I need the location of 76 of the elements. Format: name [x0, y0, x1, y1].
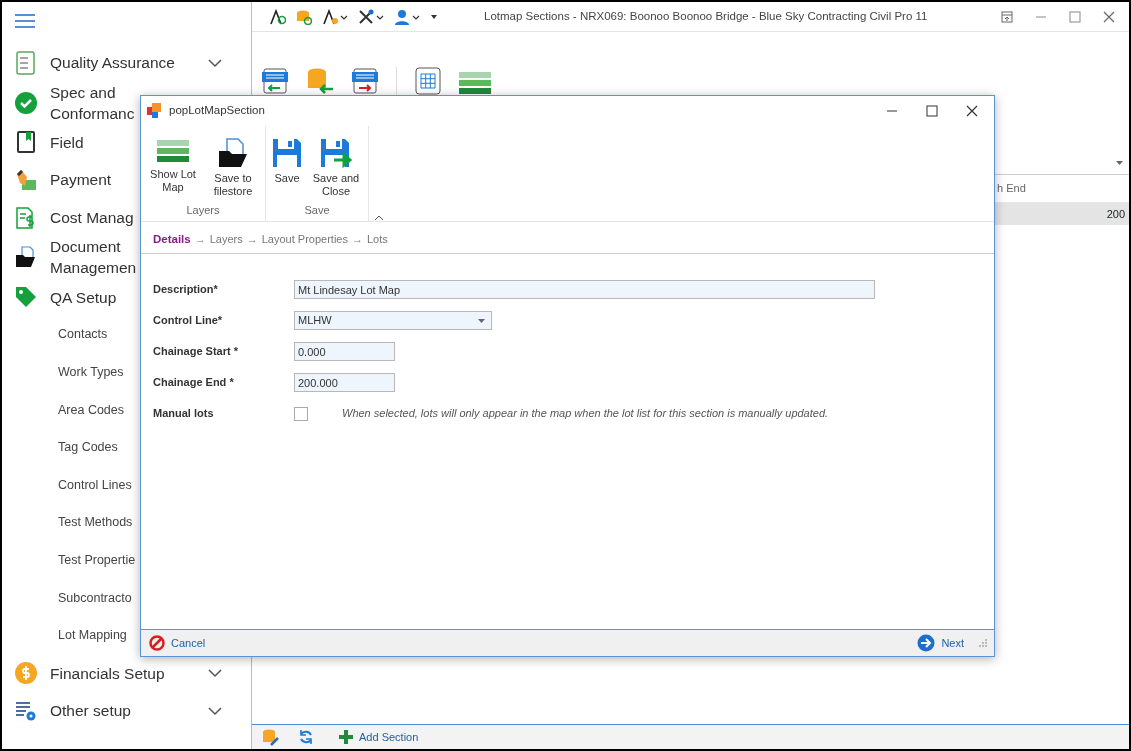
sidebar-item[interactable]: Document Managemen — [50, 236, 137, 279]
checkmark-circle-icon — [14, 90, 38, 115]
wizard-step[interactable]: Layers — [209, 231, 243, 248]
field-label: Manual lots — [153, 406, 215, 422]
input-field[interactable]: 200.000 — [294, 373, 395, 392]
refresh-icon[interactable] — [298, 729, 314, 745]
step-arrow: → — [351, 232, 363, 248]
prohibited-icon — [149, 635, 165, 651]
maximize-icon[interactable] — [1069, 10, 1081, 23]
sidebar-item[interactable]: Payment — [50, 169, 112, 191]
folder-document-icon — [14, 245, 38, 270]
database-edit-icon[interactable] — [262, 728, 280, 746]
csv-import-icon[interactable] — [262, 67, 288, 95]
add-section-button[interactable]: Add Section — [332, 727, 425, 747]
user-icon[interactable] — [394, 8, 420, 25]
checkbox[interactable] — [294, 406, 308, 421]
wizard-step[interactable]: Lots — [366, 231, 388, 248]
field-label: Chainage End * — [153, 375, 235, 391]
wizard-step[interactable]: Details — [153, 230, 191, 249]
field-label: Description* — [153, 282, 219, 298]
database-import-icon[interactable] — [306, 67, 334, 95]
ribbon-display-icon[interactable] — [1001, 10, 1013, 23]
cancel-button[interactable]: Cancel — [149, 634, 206, 652]
menu-icon[interactable] — [14, 13, 36, 29]
step-arrow: → — [194, 232, 206, 248]
sidebar-item[interactable]: Cost Manag — [50, 207, 134, 229]
caret-icon — [478, 318, 485, 323]
sidebar-item[interactable]: Other setup — [50, 700, 131, 722]
ribbon-button[interactable]: Save and Close — [308, 126, 364, 202]
select-field[interactable]: MLHW — [294, 311, 492, 330]
arrow-circle-icon — [917, 634, 936, 652]
notebook-icon — [14, 130, 38, 155]
resize-grip-icon — [978, 638, 988, 648]
input-field[interactable]: Mt Lindesay Lot Map — [294, 280, 875, 299]
close-icon[interactable] — [966, 105, 978, 117]
dialog-title: popLotMapSection — [169, 103, 265, 119]
tools-icon[interactable] — [358, 8, 384, 25]
compass-refresh-icon[interactable] — [268, 8, 286, 25]
input-field[interactable]: 0.000 — [294, 342, 395, 361]
ribbon-group-label: Save — [303, 202, 331, 218]
dropdown-caret-icon[interactable] — [430, 13, 438, 20]
checklist-icon — [14, 50, 38, 75]
database-refresh-icon[interactable] — [296, 8, 312, 25]
layers-icon — [157, 138, 189, 164]
close-icon[interactable] — [1103, 10, 1115, 23]
next-button[interactable]: Next — [917, 634, 964, 652]
wizard-step[interactable]: Layout Properties — [261, 231, 348, 248]
tag-icon — [14, 285, 38, 310]
chevron-down-icon[interactable] — [207, 704, 223, 717]
sidebar-item[interactable]: Quality Assurance — [50, 52, 175, 74]
sidebar-item[interactable]: Financials Setup — [50, 662, 165, 684]
folder-document-icon — [217, 138, 249, 168]
chevron-down-icon[interactable] — [207, 56, 223, 69]
table-grid-icon[interactable] — [415, 67, 441, 95]
sidebar-item[interactable]: QA Setup — [50, 286, 117, 308]
ribbon-button[interactable]: Save to filestore — [205, 126, 261, 202]
field-label: Chainage Start * — [153, 344, 239, 360]
dollar-coin-icon — [14, 661, 38, 686]
csv-export-icon[interactable] — [352, 67, 378, 95]
plus-icon — [338, 729, 354, 745]
window-title: Lotmap Sections - NRX069: Boonoo Boonoo Bridge - Blue Sky Contracting Civil Pro 11 — [484, 8, 928, 24]
caret-icon — [1116, 161, 1123, 165]
table-row[interactable]: 200 — [993, 202, 1129, 225]
app-logo-icon — [147, 103, 163, 119]
field-label: Control Line* — [153, 313, 224, 329]
sidebar-item[interactable]: Field — [50, 131, 84, 153]
ribbon-button[interactable]: Show Lot Map — [145, 126, 201, 202]
compass-gear-icon[interactable] — [322, 8, 348, 25]
sidebar-item[interactable]: Spec and Conformanc — [50, 81, 135, 124]
chevron-down-icon[interactable] — [207, 667, 223, 680]
hint-text: When selected, lots will only appear in the map when the lot list for this section is manually updated. — [342, 406, 829, 422]
maximize-icon[interactable] — [926, 105, 938, 117]
ribbon-button[interactable]: Save — [270, 126, 304, 202]
ribbon-group-label: Layers — [185, 202, 221, 218]
hand-payment-icon — [14, 168, 38, 192]
step-arrow: → — [246, 232, 258, 248]
